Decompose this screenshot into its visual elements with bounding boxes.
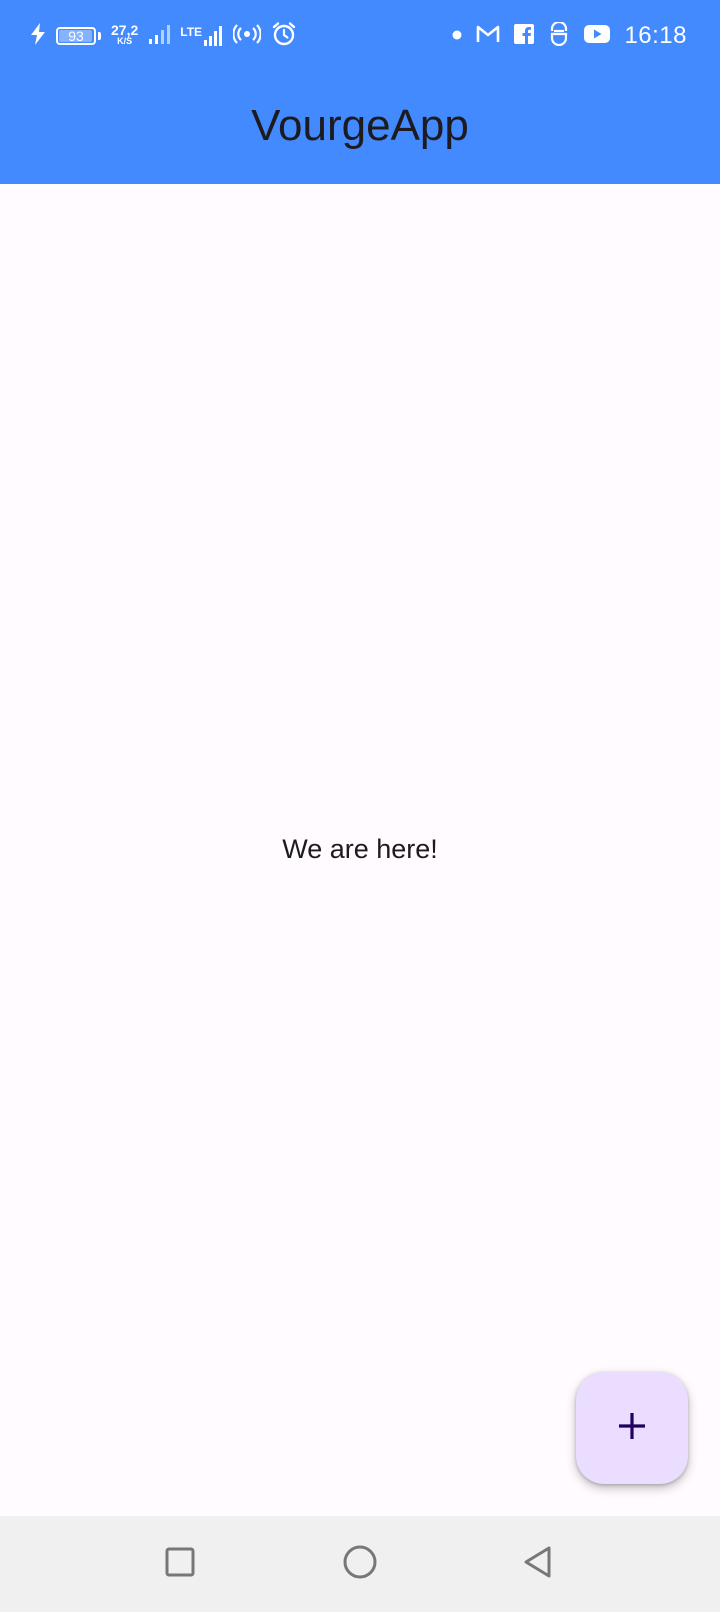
status-clock: 16:18 bbox=[624, 22, 687, 49]
alarm-icon bbox=[271, 21, 297, 52]
system-nav-bar bbox=[0, 1516, 720, 1612]
recents-button[interactable] bbox=[160, 1544, 200, 1584]
add-icon bbox=[616, 1410, 648, 1447]
status-bar-left: 93 27,2 K/S LTE bbox=[30, 0, 297, 72]
screen: 93 27,2 K/S LTE 16:18 VourgeApp We are h… bbox=[0, 0, 720, 1612]
square-icon bbox=[164, 1546, 196, 1583]
back-button[interactable] bbox=[518, 1544, 558, 1584]
battery-icon: 93 bbox=[56, 27, 101, 45]
app-icon bbox=[548, 20, 570, 51]
hotspot-icon bbox=[232, 23, 262, 50]
main-message: We are here! bbox=[282, 834, 438, 864]
net-speed-unit: K/S bbox=[117, 36, 133, 46]
add-button[interactable] bbox=[576, 1372, 688, 1484]
facebook-icon bbox=[514, 23, 535, 49]
charging-icon bbox=[30, 22, 46, 50]
status-bar: 93 27,2 K/S LTE 16:18 bbox=[0, 0, 720, 72]
gmail-icon bbox=[476, 24, 500, 49]
status-bar-right: 16:18 bbox=[452, 0, 687, 72]
circle-icon bbox=[342, 1544, 378, 1585]
notification-dot-icon bbox=[452, 27, 462, 45]
network-type: LTE bbox=[180, 25, 203, 39]
battery-level: 93 bbox=[68, 28, 84, 44]
net-speed-value: 27,2 bbox=[111, 22, 139, 38]
signal-icon bbox=[148, 23, 171, 50]
back-triangle-icon bbox=[522, 1545, 554, 1584]
app-bar: 93 27,2 K/S LTE 16:18 VourgeApp bbox=[0, 0, 720, 184]
page-title: VourgeApp bbox=[251, 101, 469, 150]
lte-signal-icon: LTE bbox=[180, 25, 223, 47]
youtube-icon bbox=[584, 24, 611, 49]
net-speed: 27,2 K/S bbox=[111, 22, 139, 47]
home-button[interactable] bbox=[340, 1544, 380, 1584]
